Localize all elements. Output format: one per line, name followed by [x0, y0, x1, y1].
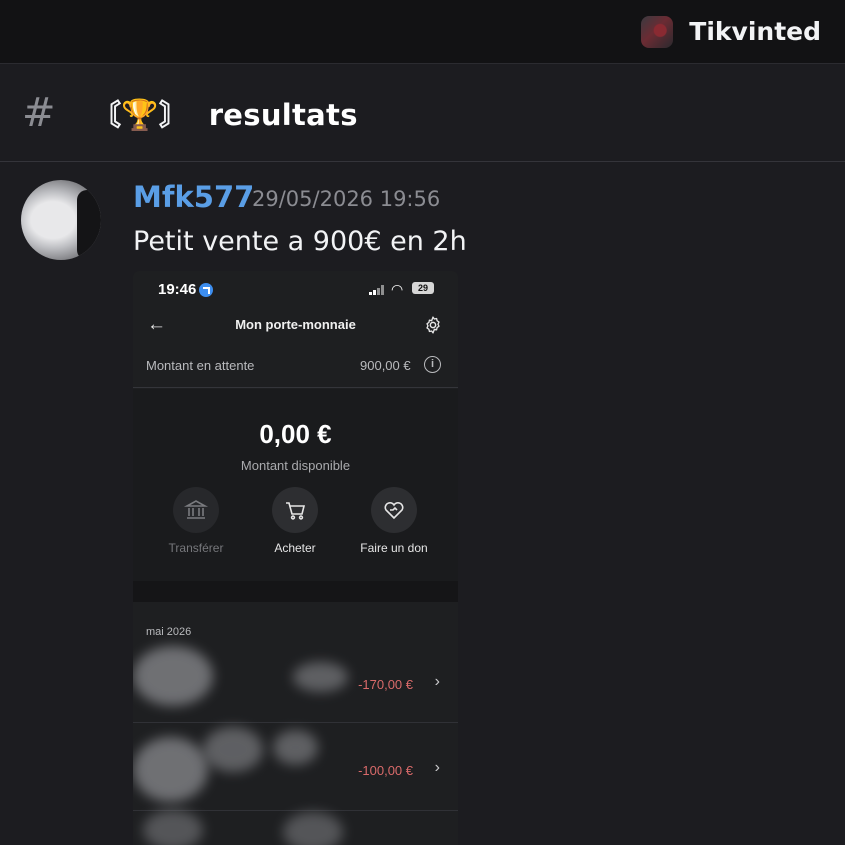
pending-value: 900,00 €: [360, 358, 411, 373]
battery-icon: 29: [412, 282, 434, 294]
info-icon: i: [424, 356, 441, 373]
trophy-emoji: 🏆: [121, 98, 159, 133]
top-bar: Tikvinted: [0, 0, 845, 64]
chevron-right-icon: ›: [434, 673, 440, 690]
channel-title: 〘🏆〙 resultats: [92, 92, 358, 134]
message-text: Petit vente a 900€ en 2h: [133, 226, 467, 257]
bracket-right: 〙: [158, 98, 189, 132]
channel-header: # 〘🏆〙 resultats: [0, 65, 845, 162]
donate-label: Faire un don: [360, 541, 428, 555]
pending-label: Montant en attente: [146, 358, 255, 373]
heart-donate-icon: [371, 487, 417, 533]
status-time: 19:46: [158, 281, 197, 298]
balance-label: Montant disponible: [240, 458, 351, 473]
message-username[interactable]: Mfk577: [133, 180, 254, 214]
section-divider: [133, 581, 458, 602]
bank-icon: [173, 487, 219, 533]
balance-amount: 0,00 €: [259, 419, 332, 449]
balance-card: 0,00 € Montant disponible Transférer Ach…: [133, 389, 458, 581]
transaction-amount: -170,00 €: [358, 677, 413, 692]
transfer-action: Transférer: [146, 487, 246, 555]
location-icon: [199, 283, 213, 297]
chevron-right-icon: ›: [434, 759, 440, 776]
gear-icon: [426, 316, 440, 334]
cart-icon: [272, 487, 318, 533]
message-timestamp: 29/05/2026 19:56: [252, 187, 441, 211]
pending-row: Montant en attente 900,00 € i: [133, 353, 458, 388]
transaction-amount: -100,00 €: [358, 763, 413, 778]
transaction-row: -100,00 € ›: [133, 722, 458, 811]
buy-label: Acheter: [274, 541, 316, 555]
server-name[interactable]: Tikvinted: [689, 17, 821, 46]
server-avatar-icon[interactable]: [641, 15, 674, 48]
buy-action: Acheter: [245, 487, 345, 555]
bracket-left: 〘: [92, 98, 122, 132]
wifi-icon: ◠: [391, 281, 404, 297]
user-avatar[interactable]: [21, 180, 101, 260]
transfer-label: Transférer: [168, 541, 224, 555]
channel-name: resultats: [208, 98, 358, 132]
signal-icon: [369, 285, 387, 295]
transaction-row: -170,00 € ›: [133, 634, 458, 723]
image-attachment[interactable]: 19:46 ◠ 29 ← Mon porte-monnaie Montant e…: [133, 271, 458, 845]
wallet-title: Mon porte-monnaie: [235, 317, 356, 332]
hash-icon: #: [22, 90, 56, 136]
donate-action: Faire un don: [344, 487, 444, 555]
transaction-list: mai 2026 -170,00 € › -100,00 € ›: [133, 602, 458, 845]
